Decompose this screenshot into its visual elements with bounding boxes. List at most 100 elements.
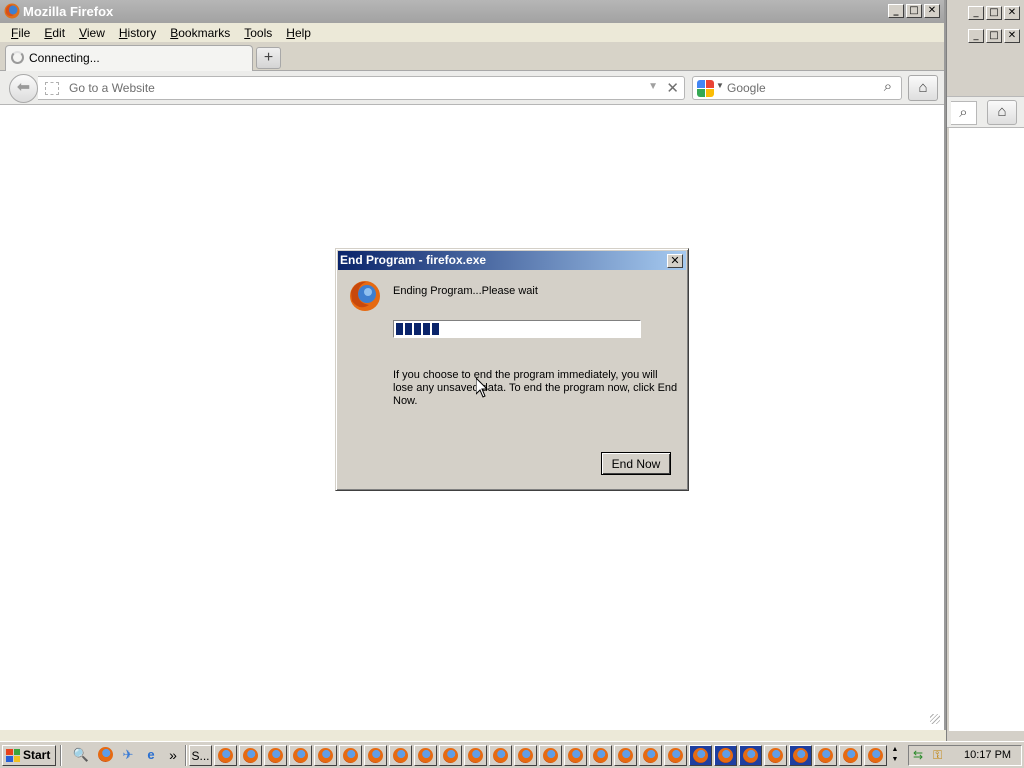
tab-connecting[interactable]: Connecting...: [5, 45, 253, 71]
minimize-button[interactable]: _: [888, 4, 904, 18]
overflow-chevron-icon[interactable]: »: [164, 746, 182, 764]
search-icon[interactable]: ⌕: [877, 78, 899, 98]
search-icon[interactable]: 🔍: [72, 746, 90, 764]
network-icon[interactable]: ⇆: [913, 748, 923, 762]
taskbar-firefox-button[interactable]: [314, 745, 337, 766]
dialog-title: End Program - firefox.exe: [340, 253, 487, 267]
taskbar-firefox-button[interactable]: [639, 745, 662, 766]
menu-view[interactable]: View: [72, 23, 112, 42]
firefox-icon[interactable]: [96, 746, 114, 764]
taskbar-firefox-button[interactable]: [214, 745, 237, 766]
taskbar-firefox-button[interactable]: [589, 745, 612, 766]
firefox-icon: [368, 748, 383, 763]
firefox-icon: [318, 748, 333, 763]
tab-label: Connecting...: [29, 51, 100, 65]
engine-dropdown-icon[interactable]: ▼: [716, 81, 724, 90]
firefox-icon: [868, 748, 883, 763]
taskbar-firefox-button[interactable]: [389, 745, 412, 766]
url-bar[interactable]: ▼ ✕: [38, 76, 685, 100]
mouse-cursor-icon: [476, 378, 488, 398]
menu-tools[interactable]: Tools: [237, 23, 279, 42]
dialog-close-button[interactable]: ✕: [667, 254, 683, 268]
start-button[interactable]: Start: [2, 745, 56, 766]
firefox-icon: [218, 748, 233, 763]
firefox-icon: [350, 281, 380, 311]
back-arrow-icon: ⬅: [16, 79, 31, 96]
menu-bookmarks[interactable]: Bookmarks: [163, 23, 237, 42]
close-button[interactable]: ✕: [924, 4, 940, 18]
taskbar-button-text[interactable]: S...: [189, 745, 212, 766]
minimize-button[interactable]: _: [968, 29, 984, 43]
firefox-icon: [468, 748, 483, 763]
taskbar-firefox-button[interactable]: [539, 745, 562, 766]
history-dropdown-icon[interactable]: ▼: [648, 81, 658, 92]
search-icon[interactable]: ⌕: [951, 101, 977, 125]
plus-icon: +: [263, 49, 274, 66]
menu-edit[interactable]: Edit: [37, 23, 72, 42]
taskbar-firefox-button[interactable]: [339, 745, 362, 766]
stop-icon[interactable]: ✕: [666, 79, 679, 97]
progress-block: [396, 323, 403, 335]
taskbar-firefox-button[interactable]: [464, 745, 487, 766]
taskbar-firefox-button[interactable]: [414, 745, 437, 766]
taskbar-firefox-button[interactable]: [689, 745, 712, 766]
windows-logo-icon: [6, 749, 20, 762]
back-button[interactable]: ⬅: [9, 74, 38, 103]
search-bar[interactable]: ▼ ⌕: [692, 76, 902, 100]
nav-bar: ▼ ✕ ⬅ ▼ ⌕ ⌂: [0, 71, 944, 105]
end-program-dialog: End Program - firefox.exe ✕ Ending Progr…: [335, 248, 689, 491]
taskbar-firefox-button[interactable]: [614, 745, 637, 766]
google-icon[interactable]: [697, 80, 714, 97]
taskbar-firefox-button[interactable]: [664, 745, 687, 766]
resize-grip-icon[interactable]: [930, 714, 940, 724]
ie-icon[interactable]: e: [142, 746, 160, 764]
progress-block: [432, 323, 439, 335]
maximize-button[interactable]: □: [906, 4, 922, 18]
security-icon[interactable]: ⚿: [933, 748, 942, 763]
taskbar-firefox-button[interactable]: [439, 745, 462, 766]
end-now-button[interactable]: End Now: [601, 452, 671, 475]
new-tab-button[interactable]: +: [256, 47, 281, 69]
taskbar-firefox-button[interactable]: [789, 745, 812, 766]
home-icon[interactable]: ⌂: [987, 100, 1017, 125]
taskbar-firefox-button[interactable]: [489, 745, 512, 766]
divider: [185, 745, 187, 766]
taskbar-scroll[interactable]: ▲ ▼: [888, 745, 902, 766]
firefox-icon: [718, 748, 733, 763]
system-tray: ⇆ ⚿ 10:17 PM: [908, 745, 1022, 766]
tab-strip: Connecting... +: [0, 42, 944, 71]
firefox-icon: [568, 748, 583, 763]
taskbar-firefox-button[interactable]: [264, 745, 287, 766]
taskbar-firefox-button[interactable]: [739, 745, 762, 766]
taskbar-firefox-button[interactable]: [564, 745, 587, 766]
taskbar-firefox-button[interactable]: [714, 745, 737, 766]
maximize-button[interactable]: □: [986, 29, 1002, 43]
taskbar-firefox-button[interactable]: [289, 745, 312, 766]
taskbar-firefox-button[interactable]: [764, 745, 787, 766]
home-button[interactable]: ⌂: [908, 75, 938, 101]
taskbar-firefox-button[interactable]: [864, 745, 887, 766]
firefox-icon: [693, 748, 708, 763]
search-input[interactable]: [727, 79, 867, 97]
close-button[interactable]: ✕: [1004, 6, 1020, 20]
menu-history[interactable]: History: [112, 23, 163, 42]
minimize-button[interactable]: _: [968, 6, 984, 20]
progress-bar: [393, 320, 641, 338]
menu-help[interactable]: Help: [279, 23, 318, 42]
menu-file[interactable]: File: [4, 23, 37, 42]
taskbar-firefox-button[interactable]: [814, 745, 837, 766]
site-identity-icon[interactable]: [45, 82, 59, 95]
mail-icon[interactable]: ✈: [119, 746, 137, 764]
firefox-icon: [418, 748, 433, 763]
start-label: Start: [23, 748, 51, 762]
firefox-icon: [293, 748, 308, 763]
taskbar-firefox-button[interactable]: [239, 745, 262, 766]
taskbar-firefox-button[interactable]: [514, 745, 537, 766]
close-button[interactable]: ✕: [1004, 29, 1020, 43]
bg-window-controls-2: _ □ ✕: [968, 29, 1020, 43]
maximize-button[interactable]: □: [986, 6, 1002, 20]
firefox-icon: [768, 748, 783, 763]
taskbar-firefox-button[interactable]: [839, 745, 862, 766]
url-input[interactable]: [69, 79, 639, 97]
taskbar-firefox-button[interactable]: [364, 745, 387, 766]
